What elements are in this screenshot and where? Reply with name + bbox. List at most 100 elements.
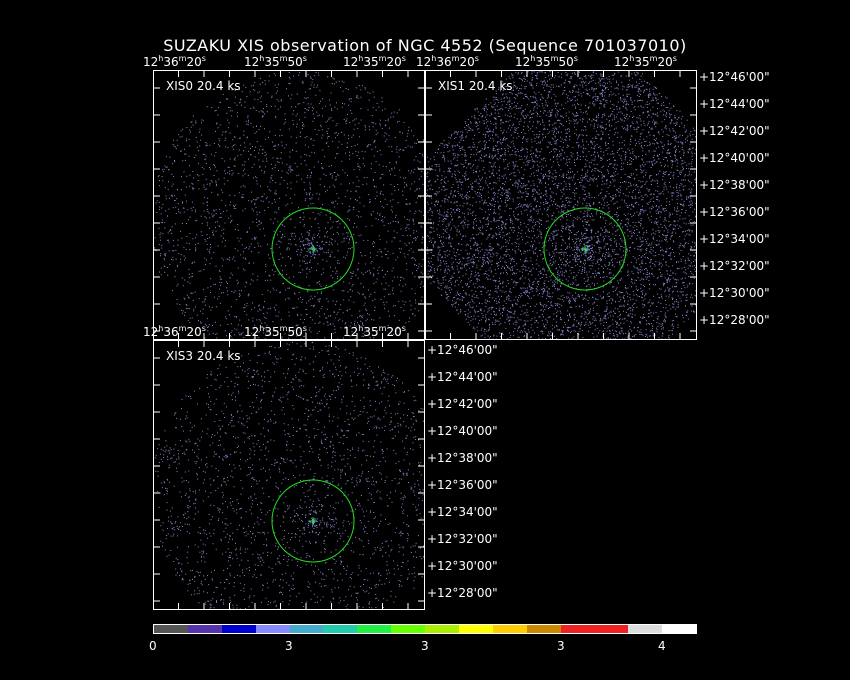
event-pixel — [399, 131, 401, 133]
event-pixel — [538, 193, 540, 195]
event-pixel — [605, 145, 607, 146]
event-pixel — [327, 222, 329, 224]
event-pixel — [384, 198, 386, 200]
event-pixel — [479, 186, 481, 188]
event-pixel — [524, 335, 525, 337]
event-pixel — [359, 196, 361, 198]
event-pixel — [371, 148, 373, 150]
event-pixel — [484, 301, 486, 303]
event-pixel — [356, 200, 358, 202]
event-pixel — [445, 292, 447, 294]
event-pixel — [551, 112, 553, 114]
event-pixel — [171, 226, 173, 228]
event-pixel — [588, 330, 590, 332]
event-pixel — [638, 192, 639, 193]
event-pixel — [467, 286, 469, 288]
event-pixel — [664, 127, 666, 129]
event-pixel — [616, 87, 618, 89]
event-pixel — [642, 199, 644, 201]
event-pixel — [517, 299, 518, 301]
event-pixel — [617, 71, 619, 73]
event-pixel — [482, 107, 484, 109]
event-pixel — [506, 190, 508, 192]
event-pixel — [379, 178, 381, 180]
event-pixel — [477, 257, 478, 258]
event-pixel — [437, 258, 439, 260]
event-pixel — [616, 216, 618, 218]
event-pixel — [337, 134, 339, 136]
event-pixel — [331, 82, 333, 84]
event-pixel — [375, 109, 377, 111]
event-pixel — [480, 329, 482, 331]
event-pixel — [662, 282, 664, 284]
event-pixel — [551, 256, 552, 258]
event-pixel — [301, 81, 303, 83]
event-pixel — [234, 248, 236, 250]
event-pixel — [253, 163, 255, 165]
event-pixel — [244, 168, 246, 170]
event-pixel — [212, 215, 214, 217]
event-pixel — [386, 241, 388, 243]
event-pixel — [415, 299, 416, 301]
event-pixel — [258, 224, 260, 226]
event-pixel — [506, 298, 508, 300]
event-pixel — [321, 137, 323, 139]
event-pixel — [565, 227, 567, 229]
event-pixel — [544, 157, 546, 159]
event-pixel — [258, 318, 260, 320]
event-pixel — [555, 281, 557, 283]
event-pixel — [536, 237, 538, 239]
event-pixel — [272, 141, 273, 143]
event-pixel — [540, 192, 542, 194]
event-pixel — [405, 283, 407, 285]
event-pixel — [690, 207, 692, 209]
event-pixel — [162, 233, 164, 235]
event-pixel — [309, 192, 311, 194]
event-pixel — [555, 127, 557, 129]
event-pixel — [414, 190, 416, 192]
event-pixel — [282, 234, 284, 236]
event-pixel — [512, 74, 514, 76]
event-pixel — [370, 144, 372, 146]
event-pixel — [515, 72, 517, 74]
event-pixel — [371, 115, 373, 116]
event-pixel — [189, 322, 191, 324]
event-pixel — [681, 198, 683, 200]
event-pixel — [345, 120, 347, 122]
event-pixel — [576, 84, 578, 86]
event-pixel — [351, 285, 353, 287]
event-pixel — [329, 104, 331, 106]
event-pixel — [184, 153, 186, 155]
event-pixel — [450, 163, 452, 165]
event-pixel — [692, 184, 694, 186]
event-pixel — [168, 241, 170, 243]
event-pixel — [552, 233, 554, 235]
event-pixel — [533, 109, 535, 111]
event-pixel — [373, 96, 375, 98]
event-pixel — [555, 122, 557, 124]
event-pixel — [656, 102, 658, 104]
event-pixel — [444, 160, 446, 162]
event-pixel — [416, 189, 418, 191]
event-pixel — [665, 116, 667, 118]
event-pixel — [164, 266, 166, 267]
event-pixel — [206, 248, 208, 250]
event-pixel — [523, 183, 525, 185]
event-pixel — [640, 225, 641, 227]
event-pixel — [498, 112, 500, 114]
event-pixel — [198, 150, 200, 152]
event-pixel — [171, 195, 173, 197]
event-pixel — [594, 325, 596, 327]
event-pixel — [647, 214, 648, 216]
event-pixel — [620, 157, 622, 159]
event-pixel — [670, 330, 672, 332]
event-pixel — [615, 242, 617, 244]
event-pixel — [343, 134, 345, 136]
event-pixel — [530, 288, 531, 290]
event-pixel — [630, 141, 632, 142]
event-pixel — [619, 292, 621, 294]
event-pixel — [675, 122, 677, 124]
event-pixel — [606, 308, 608, 310]
event-pixel — [243, 130, 245, 132]
event-pixel — [421, 281, 423, 283]
